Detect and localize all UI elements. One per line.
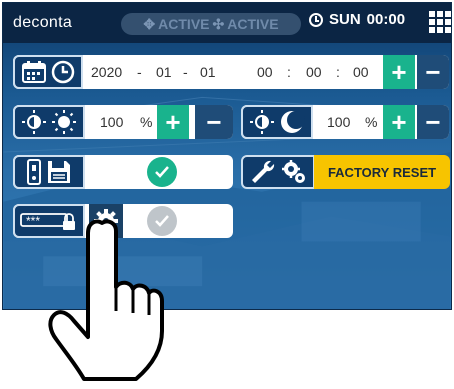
time-minute[interactable]: 00 bbox=[306, 64, 322, 80]
calendar-icon bbox=[22, 61, 46, 83]
status-pill[interactable]: ✥ ACTIVE ✣ ACTIVE bbox=[121, 13, 301, 35]
brightness-night-value[interactable]: 100 bbox=[327, 114, 350, 130]
pointing-hand-icon bbox=[48, 219, 164, 381]
factory-reset-button[interactable]: FACTORY RESET bbox=[314, 155, 450, 189]
date-sep-1: - bbox=[137, 64, 142, 80]
time-second[interactable]: 00 bbox=[353, 64, 369, 80]
status-label-2: ACTIVE bbox=[227, 16, 279, 32]
diamond-icon: ✥ bbox=[143, 15, 156, 32]
brightness-day-value[interactable]: 100 bbox=[100, 114, 123, 130]
save-confirm-button[interactable] bbox=[147, 157, 177, 187]
clock-display[interactable]: SUN 00:00 bbox=[309, 11, 405, 28]
checkmark-icon bbox=[155, 166, 169, 178]
gears-icon bbox=[282, 160, 305, 183]
time-sep-1: : bbox=[287, 64, 291, 80]
brand-logo: deconta bbox=[13, 14, 73, 31]
time-hour[interactable]: 00 bbox=[257, 64, 273, 80]
brightness-night-minus-button[interactable]: − bbox=[417, 105, 449, 139]
top-bar: deconta ✥ ACTIVE ✣ ACTIVE SUN 00:00 bbox=[3, 3, 451, 43]
sun-icon bbox=[52, 110, 76, 134]
brightness-night-plus-button[interactable]: + bbox=[383, 105, 415, 139]
clock-day: SUN bbox=[329, 11, 361, 28]
brightness-day-minus-button[interactable]: − bbox=[195, 105, 233, 139]
datetime-icon-box bbox=[13, 55, 83, 89]
brightness-day-unit: % bbox=[140, 114, 153, 130]
switch-icon bbox=[27, 159, 41, 185]
floppy-disk-icon bbox=[48, 161, 70, 183]
clock-icon bbox=[51, 60, 75, 84]
brightness-half-icon bbox=[22, 110, 46, 134]
status-label-1: ACTIVE bbox=[158, 16, 210, 32]
brightness-half-icon bbox=[250, 110, 274, 134]
brightness-day-plus-button[interactable]: + bbox=[157, 105, 189, 139]
grid-menu-icon[interactable] bbox=[429, 11, 451, 33]
datetime-minus-button[interactable]: − bbox=[417, 55, 449, 89]
date-year[interactable]: 2020 bbox=[91, 64, 122, 80]
brightness-day-icon-box bbox=[13, 105, 85, 139]
time-sep-2: : bbox=[336, 64, 340, 80]
clock-time: 00:00 bbox=[366, 11, 406, 28]
clock-icon bbox=[309, 12, 323, 27]
fan-icon: ✣ bbox=[212, 15, 225, 32]
password-mask: *** bbox=[26, 214, 40, 228]
datetime-plus-button[interactable]: + bbox=[383, 55, 415, 89]
date-month[interactable]: 01 bbox=[156, 64, 172, 80]
moon-icon bbox=[281, 111, 305, 133]
brightness-night-unit: % bbox=[365, 114, 378, 130]
date-day[interactable]: 01 bbox=[200, 64, 216, 80]
date-sep-2: - bbox=[183, 64, 188, 80]
brightness-night-icon-box bbox=[241, 105, 313, 139]
wrench-icon bbox=[252, 160, 275, 183]
factory-reset-icon-box bbox=[241, 155, 315, 189]
save-icon-box bbox=[13, 155, 85, 189]
